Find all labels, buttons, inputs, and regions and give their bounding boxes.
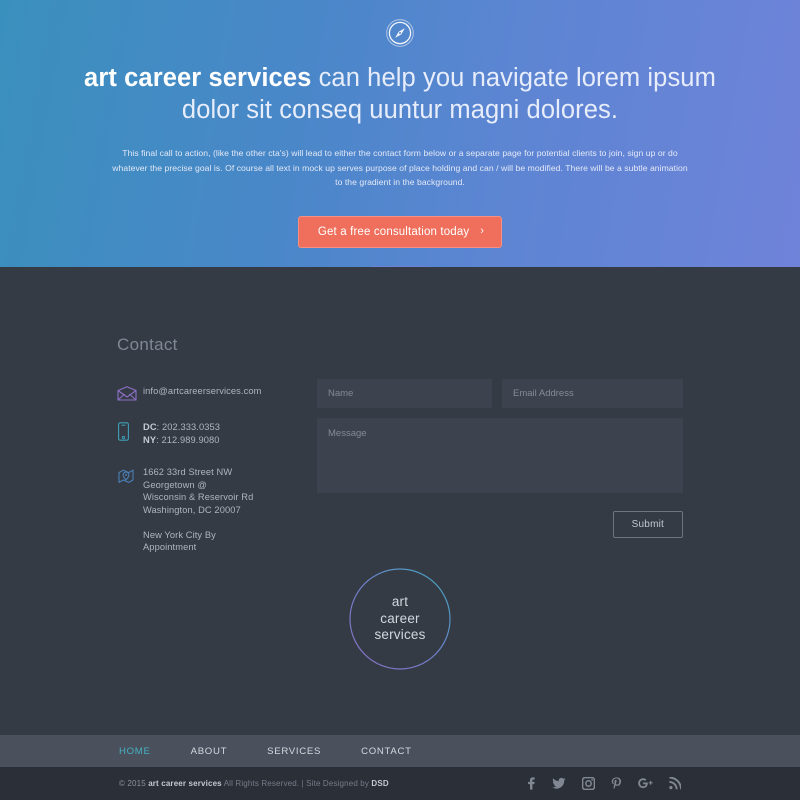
form-row-name-email [317, 379, 683, 408]
designer-name: DSD [371, 779, 389, 788]
designed-by-label: Site Designed by [306, 779, 372, 788]
contact-section: Contact info@artcareerservices.com DC: 2… [0, 267, 800, 735]
message-textarea[interactable] [317, 418, 683, 493]
phone-ny-value: : 212.989.9080 [156, 434, 220, 445]
address-line-6: Appointment [143, 542, 197, 553]
page-title: art career services can help you navigat… [0, 62, 800, 126]
copyright-bar: © 2015 art career services All Rights Re… [0, 767, 800, 800]
submit-button[interactable]: Submit [612, 511, 683, 538]
address-line-4: Washington, DC 20007 [143, 504, 241, 515]
contact-address-text: 1662 33rd Street NW Georgetown @ Wiscons… [143, 466, 253, 554]
contact-address-item: 1662 33rd Street NW Georgetown @ Wiscons… [117, 466, 305, 554]
hero-title-brand: art career services [84, 64, 312, 92]
contact-email-item[interactable]: info@artcareerservices.com [117, 385, 305, 401]
copyright-rights: All Rights Reserved. [221, 779, 300, 788]
logo-line-2: career [380, 610, 420, 626]
rss-icon[interactable] [669, 777, 681, 790]
email-input[interactable] [502, 379, 683, 408]
contact-heading: Contact [117, 335, 178, 354]
phone-dc-value: : 202.333.0353 [156, 422, 221, 432]
mobile-phone-icon [117, 421, 143, 441]
twitter-icon[interactable] [552, 777, 566, 790]
footer-navigation: HOME ABOUT SERVICES CONTACT [0, 735, 800, 767]
hero-subtext: This final call to action, (like the oth… [112, 148, 688, 187]
cta-label: Get a free consultation today [317, 225, 470, 238]
nav-link-about[interactable]: ABOUT [191, 746, 228, 757]
address-line-5: New York City By [143, 529, 216, 540]
get-free-consultation-button[interactable]: Get a free consultation today › [297, 215, 503, 248]
contact-phone-item: DC: 202.333.0353 NY: 212.989.9080 [117, 421, 305, 446]
logo-text: art career services [348, 567, 452, 671]
contact-info-column: info@artcareerservices.com DC: 202.333.0… [117, 379, 305, 574]
copyright-text: © 2015 art career services All Rights Re… [119, 779, 525, 788]
phone-ny-label: NY [143, 434, 157, 445]
address-line-1: 1662 33rd Street NW [143, 467, 233, 478]
envelope-icon [117, 385, 143, 401]
copyright-brand: art career services [148, 779, 222, 788]
compass-icon [386, 19, 414, 47]
copyright-year: © 2015 [119, 779, 149, 788]
name-input[interactable] [317, 379, 492, 408]
address-line-3: Wisconsin & Reservoir Rd [143, 492, 254, 503]
contact-email-text: info@artcareerservices.com [143, 386, 262, 396]
nav-link-services[interactable]: SERVICES [267, 746, 321, 757]
facebook-icon[interactable] [525, 777, 536, 790]
phone-dc-label: DC [143, 422, 157, 432]
map-pin-icon [117, 466, 143, 485]
contact-row: info@artcareerservices.com DC: 202.333.0… [117, 379, 683, 574]
nav-link-home[interactable]: HOME [119, 746, 151, 757]
cta-wrapper: Get a free consultation today › [0, 215, 800, 248]
brand-logo: art career services [348, 567, 452, 671]
submit-row: Submit [317, 511, 683, 538]
logo-line-3: services [374, 627, 426, 643]
social-links [525, 777, 681, 790]
address-line-2: Georgetown @ [143, 479, 207, 490]
chevron-right-icon: › [480, 225, 485, 237]
contact-phone-text: DC: 202.333.0353 NY: 212.989.9080 [143, 421, 220, 446]
nav-link-contact[interactable]: CONTACT [361, 746, 412, 757]
instagram-icon[interactable] [582, 777, 595, 790]
hero-section: art career services can help you navigat… [0, 0, 800, 289]
pinterest-icon[interactable] [611, 777, 622, 790]
logo-line-1: art [391, 594, 409, 610]
contact-form: Submit [305, 379, 683, 538]
google-plus-icon[interactable] [638, 777, 653, 790]
